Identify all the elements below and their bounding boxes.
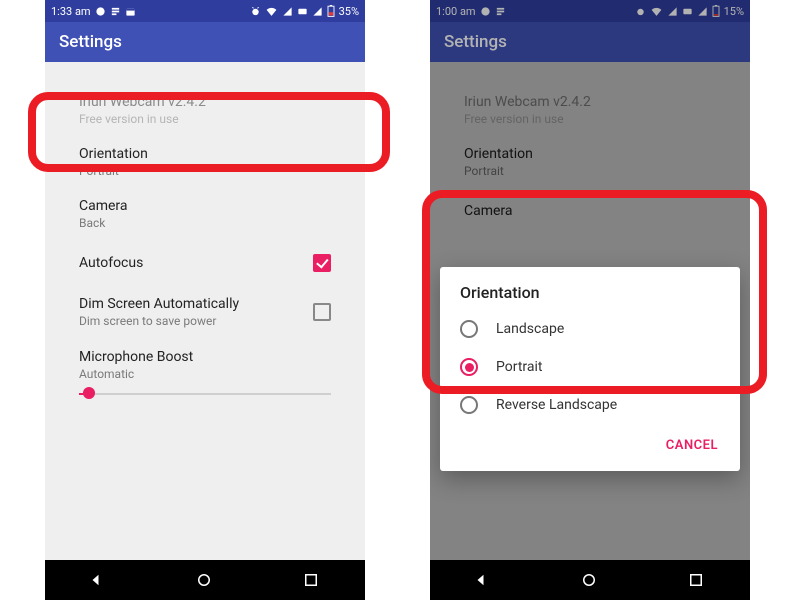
dim-label: Dim Screen Automatically — [79, 296, 239, 312]
mic-boost-row[interactable]: Microphone Boost Automatic — [59, 338, 351, 384]
wifi-icon — [265, 6, 278, 17]
battery-text: 35% — [339, 5, 359, 18]
battery-icon — [712, 5, 720, 17]
app-version-row: Iriun Webcam v2.4.2 Free version in use — [59, 84, 351, 136]
phone-screenshot-left: 1:33 am 35% Settings Iriun Webcam v2.4.2… — [45, 0, 365, 600]
app-name-label: Iriun Webcam v2.4.2 — [79, 94, 206, 110]
app-bar: Settings — [430, 22, 750, 62]
option-label: Landscape — [496, 321, 564, 337]
alarm-icon — [635, 6, 646, 17]
phone-screenshot-right: 1:00 am 15% Settings Iriun Webcam v2.4.2… — [430, 0, 750, 600]
mic-value: Automatic — [79, 367, 193, 381]
status-bar: 1:33 am 35% — [45, 0, 365, 22]
signal-icon — [697, 6, 708, 17]
status-bar: 1:00 am 15% — [430, 0, 750, 22]
option-reverse-landscape[interactable]: Reverse Landscape — [440, 386, 740, 424]
status-time: 1:33 am — [51, 5, 91, 18]
autofocus-checkbox[interactable] — [313, 254, 331, 272]
dim-checkbox[interactable] — [313, 303, 331, 321]
option-label: Portrait — [496, 359, 542, 375]
volte-icon — [297, 6, 308, 17]
mic-boost-slider[interactable] — [79, 384, 331, 404]
notification-icon — [495, 6, 506, 17]
appbar-title: Settings — [59, 32, 122, 52]
app-note-label: Free version in use — [79, 112, 206, 126]
signal-icon — [667, 6, 678, 17]
nav-back-icon[interactable] — [88, 571, 108, 589]
notification-icon — [95, 6, 106, 17]
radio-icon[interactable] — [460, 358, 478, 376]
slider-thumb[interactable] — [83, 387, 95, 399]
camera-value: Back — [79, 216, 128, 230]
alarm-icon — [250, 6, 261, 17]
nav-recents-icon[interactable] — [687, 571, 707, 589]
cancel-button[interactable]: CANCEL — [656, 430, 728, 461]
orientation-dialog: Orientation Landscape Portrait Reverse L… — [440, 267, 740, 471]
radio-icon[interactable] — [460, 320, 478, 338]
radio-icon[interactable] — [460, 396, 478, 414]
orientation-row[interactable]: Orientation Portrait — [59, 136, 351, 188]
settings-list: Iriun Webcam v2.4.2 Free version in use … — [430, 62, 750, 560]
calendar-icon — [125, 6, 136, 17]
camera-row[interactable]: Camera Back — [59, 188, 351, 240]
orientation-value: Portrait — [79, 164, 148, 178]
slider-track — [79, 393, 331, 395]
option-portrait[interactable]: Portrait — [440, 348, 740, 386]
battery-text: 15% — [724, 5, 744, 18]
signal-icon — [312, 6, 323, 17]
volte-icon — [682, 6, 693, 17]
option-landscape[interactable]: Landscape — [440, 310, 740, 348]
dim-sub: Dim screen to save power — [79, 314, 239, 328]
autofocus-row[interactable]: Autofocus — [59, 240, 351, 286]
orientation-label: Orientation — [79, 146, 148, 162]
nav-home-icon[interactable] — [580, 571, 600, 589]
status-time: 1:00 am — [436, 5, 476, 18]
dialog-title: Orientation — [440, 283, 740, 310]
nav-recents-icon[interactable] — [302, 571, 322, 589]
android-nav-bar — [430, 560, 750, 600]
settings-list[interactable]: Iriun Webcam v2.4.2 Free version in use … — [45, 62, 365, 560]
battery-icon — [327, 5, 335, 17]
nav-back-icon[interactable] — [473, 571, 493, 589]
app-bar: Settings — [45, 22, 365, 62]
notification-icon — [110, 6, 121, 17]
notification-icon — [480, 6, 491, 17]
option-label: Reverse Landscape — [496, 397, 617, 413]
appbar-title: Settings — [444, 32, 507, 52]
autofocus-label: Autofocus — [79, 255, 143, 271]
dim-screen-row[interactable]: Dim Screen Automatically Dim screen to s… — [59, 286, 351, 338]
signal-icon — [282, 6, 293, 17]
camera-label: Camera — [79, 198, 128, 214]
android-nav-bar — [45, 560, 365, 600]
wifi-icon — [650, 6, 663, 17]
mic-label: Microphone Boost — [79, 349, 193, 365]
nav-home-icon[interactable] — [195, 571, 215, 589]
